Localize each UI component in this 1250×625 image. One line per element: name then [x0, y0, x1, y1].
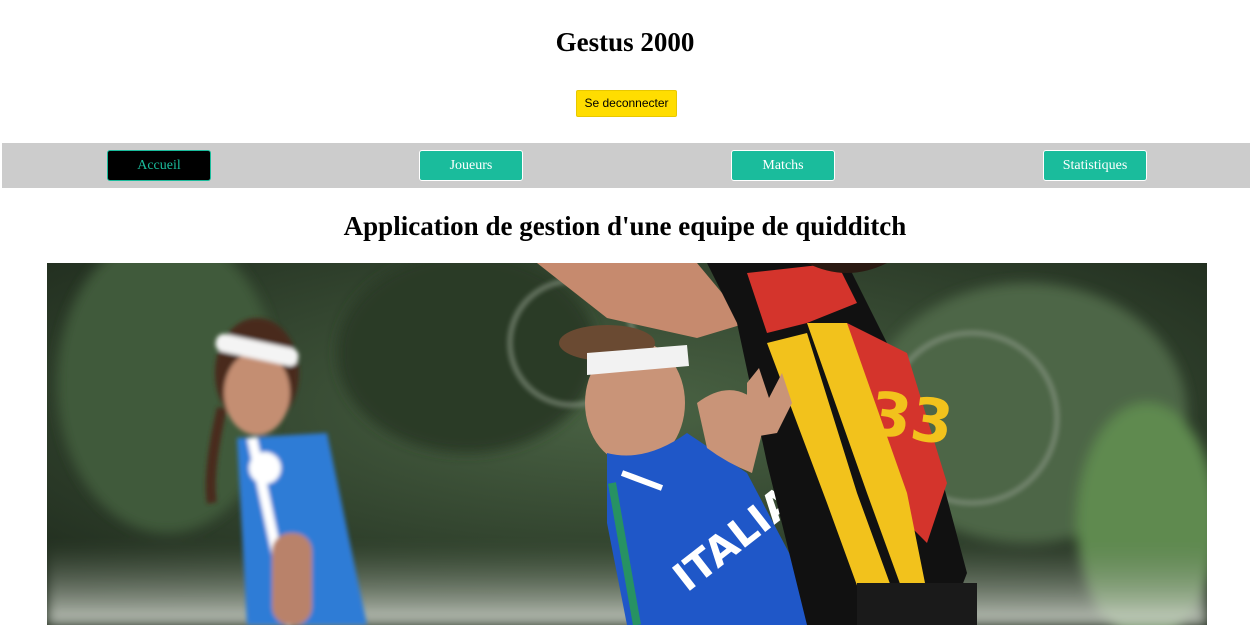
nav-accueil-button[interactable]: Accueil	[107, 150, 211, 181]
hero-image: ITALIA 33	[47, 263, 1207, 625]
nav-joueurs-button[interactable]: Joueurs	[419, 150, 523, 181]
app-title: Gestus 2000	[555, 27, 695, 57]
nav-matchs-button[interactable]: Matchs	[731, 150, 835, 181]
page-heading: Application de gestion d'une equipe de q…	[343, 211, 907, 241]
quidditch-players-photo: ITALIA 33	[47, 263, 1207, 625]
jersey-number: 33	[865, 379, 957, 460]
main-navbar: Accueil Joueurs Matchs Statistiques	[2, 143, 1250, 188]
nav-statistiques-button[interactable]: Statistiques	[1043, 150, 1147, 181]
logout-button[interactable]: Se deconnecter	[576, 90, 677, 117]
